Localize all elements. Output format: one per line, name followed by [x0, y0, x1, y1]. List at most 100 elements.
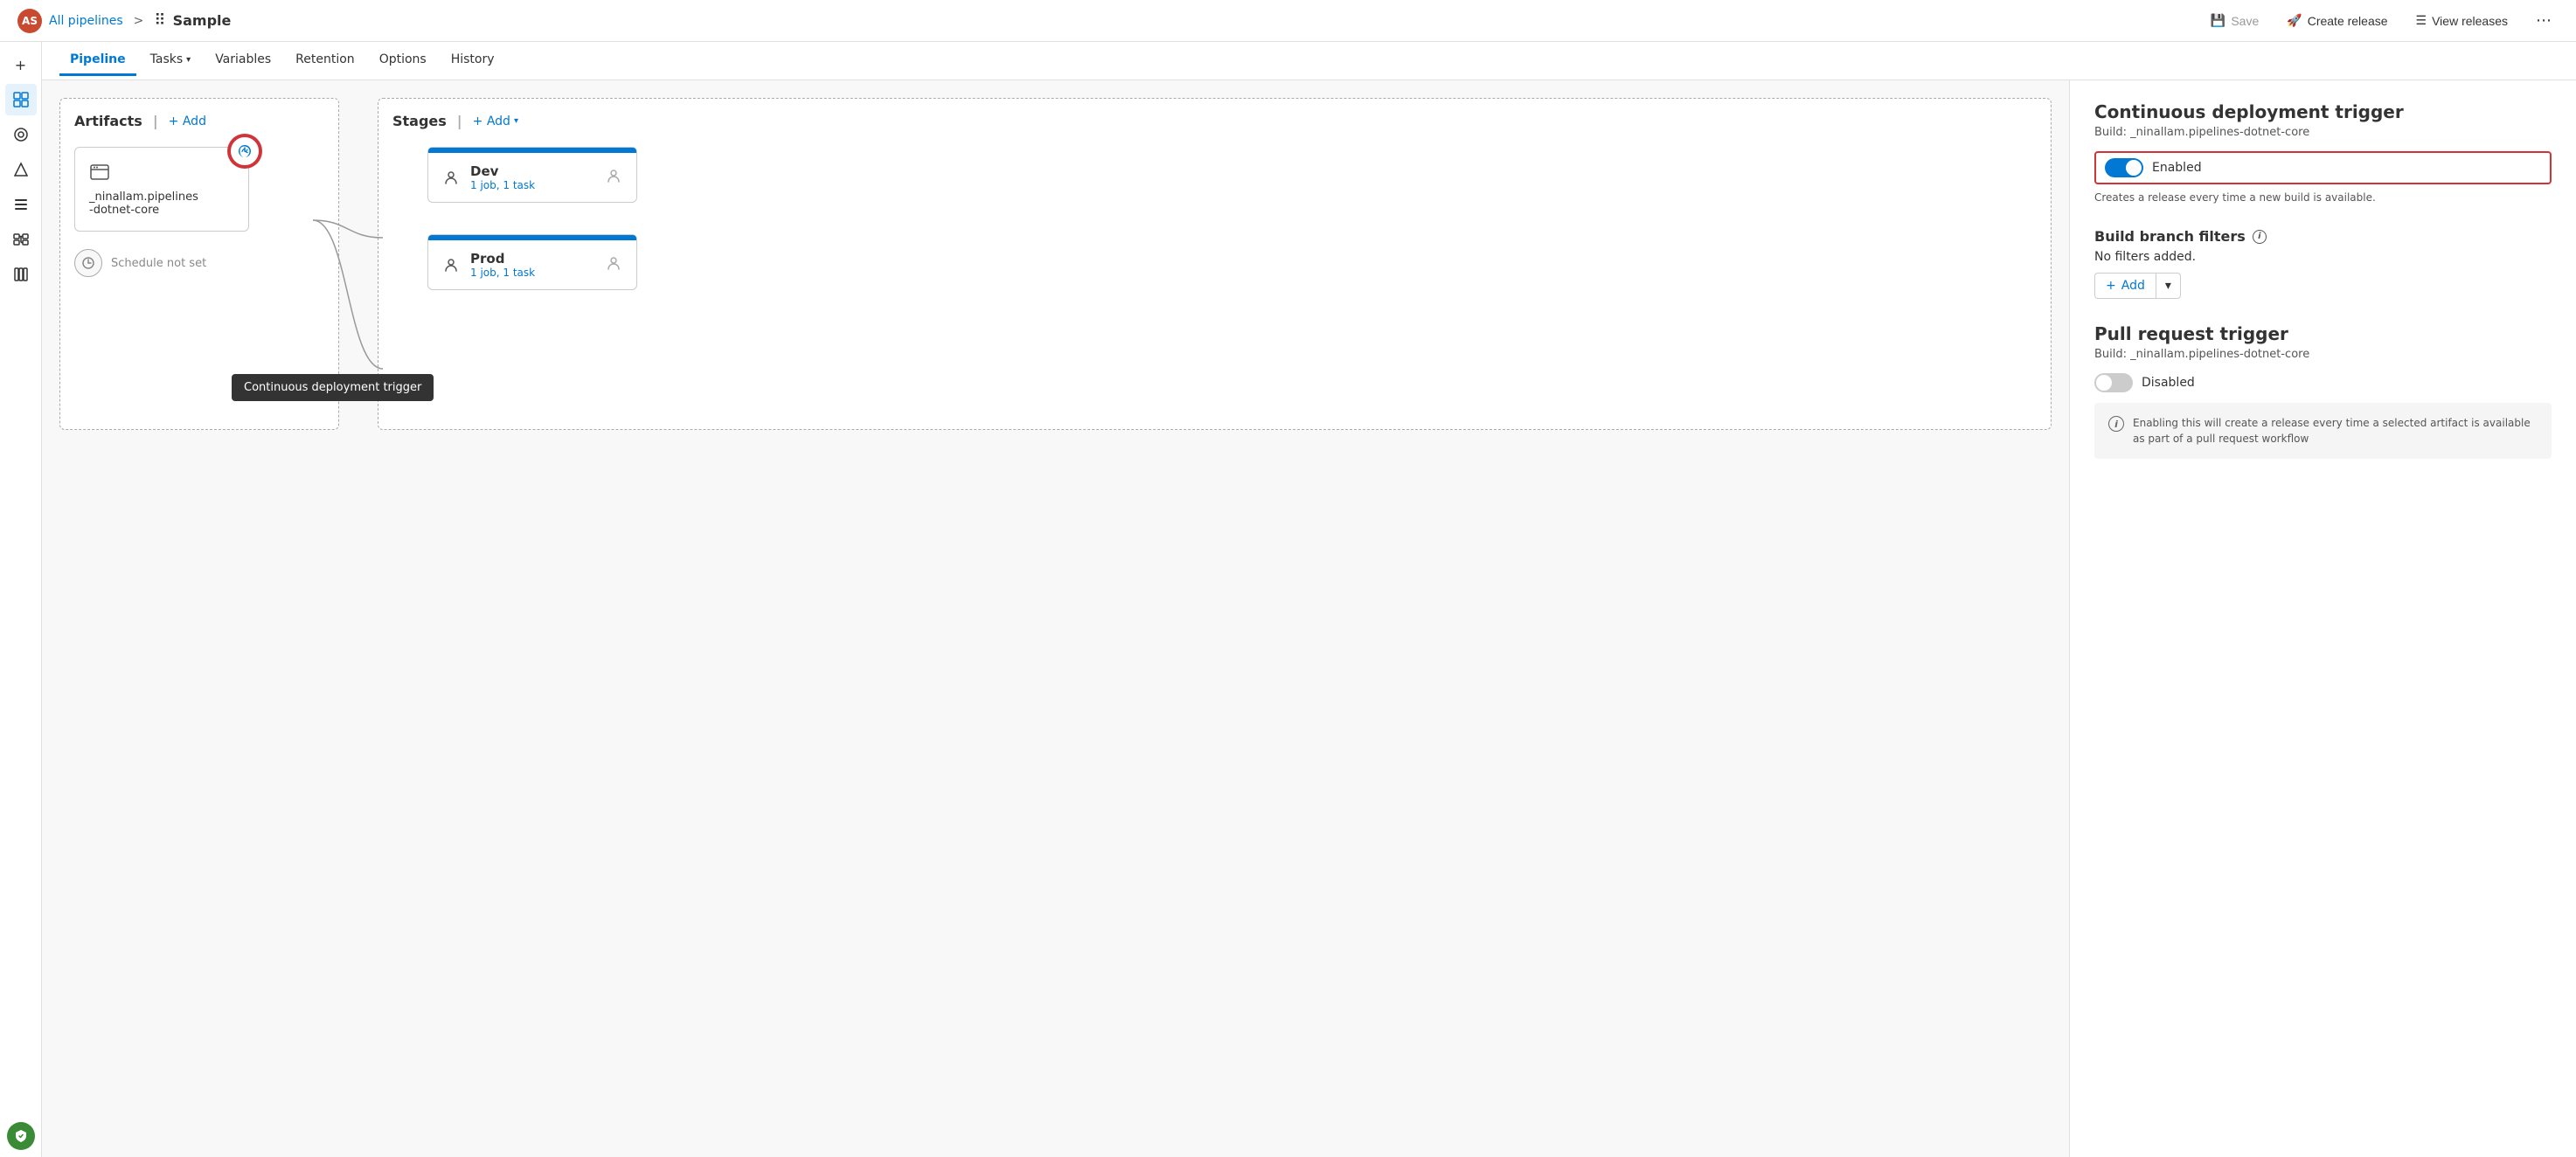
- add-icon: +: [2106, 279, 2116, 293]
- cd-trigger-toggle-container: Enabled: [2094, 151, 2552, 184]
- canvas-wrapper: Artifacts | + Add Continuous deployment …: [59, 98, 2052, 1140]
- stage-detail-dev: 1 job, 1 task: [470, 179, 594, 191]
- stage-info-dev: Dev 1 job, 1 task: [470, 163, 594, 191]
- tab-retention[interactable]: Retention: [285, 45, 365, 76]
- breadcrumb-link[interactable]: All pipelines: [49, 14, 123, 28]
- artifacts-section: Artifacts | + Add Continuous deployment …: [59, 98, 339, 430]
- pr-info-icon: i: [2108, 416, 2124, 432]
- add-filter-dropdown-button[interactable]: ▾: [2156, 273, 2181, 299]
- sidebar-item-devops[interactable]: [5, 119, 37, 150]
- stage-card-body-prod: Prod 1 job, 1 task: [428, 240, 636, 289]
- stage-person-icon-prod[interactable]: [605, 254, 622, 276]
- artifacts-add-button[interactable]: + Add: [169, 114, 206, 128]
- sidebar-item-plus[interactable]: +: [5, 49, 37, 80]
- stage-detail-prod: 1 job, 1 task: [470, 267, 594, 279]
- stage-card-dev[interactable]: Dev 1 job, 1 task: [427, 147, 637, 203]
- stage-info-prod: Prod 1 job, 1 task: [470, 251, 594, 279]
- pr-trigger-title: Pull request trigger: [2094, 323, 2552, 344]
- pr-trigger-toggle-container: Disabled: [2094, 373, 2552, 392]
- save-icon: 💾: [2211, 13, 2225, 28]
- stages-add-dropdown-icon: ▾: [514, 116, 518, 126]
- schedule-card[interactable]: Schedule not set: [74, 249, 324, 277]
- artifact-card-wrapper: Continuous deployment trigger: [74, 147, 249, 232]
- sidebar-item-pipelines[interactable]: [5, 224, 37, 255]
- sidebar-item-library[interactable]: [5, 259, 37, 290]
- layout: + Pipeline Tasks: [0, 42, 2576, 1157]
- pipeline-icon: ⠿: [154, 11, 165, 30]
- add-filter-button-group: + Add ▾: [2094, 273, 2552, 299]
- breadcrumb-sep: >: [134, 14, 144, 28]
- cd-trigger-toggle[interactable]: [2105, 158, 2143, 177]
- add-filter-label: Add: [2121, 279, 2145, 293]
- cd-trigger-title: Continuous deployment trigger: [2094, 101, 2552, 122]
- pipeline-canvas: Artifacts | + Add Continuous deployment …: [42, 80, 2069, 1157]
- sidebar-item-boards[interactable]: [5, 84, 37, 115]
- topbar: AS All pipelines > ⠿ Sample 💾 Save 🚀 Cre…: [0, 0, 2576, 42]
- nav-tabs: Pipeline Tasks ▾ Variables Retention Opt…: [42, 42, 2576, 80]
- add-filter-chevron-icon: ▾: [2165, 279, 2171, 293]
- pr-trigger-subtitle: Build: _ninallam.pipelines-dotnet-core: [2094, 348, 2552, 361]
- rocket-icon: 🚀: [2287, 13, 2302, 28]
- save-label: Save: [2231, 14, 2259, 28]
- main-content: Pipeline Tasks ▾ Variables Retention Opt…: [42, 42, 2576, 1157]
- list-icon: ☰: [2416, 13, 2427, 28]
- pull-request-trigger-section: Pull request trigger Build: _ninallam.pi…: [2094, 323, 2552, 459]
- create-release-button[interactable]: 🚀 Create release: [2280, 10, 2394, 31]
- create-release-label: Create release: [2308, 14, 2388, 28]
- stage-name-dev: Dev: [470, 163, 594, 179]
- sidebar-item-deploy[interactable]: [5, 154, 37, 185]
- stage-card-prod[interactable]: Prod 1 job, 1 task: [427, 234, 637, 290]
- pipeline-name: Sample: [173, 12, 232, 29]
- stage-icon-dev: [442, 169, 460, 186]
- save-button[interactable]: 💾 Save: [2204, 10, 2266, 31]
- build-branch-filters-section: Build branch filters i No filters added.…: [2094, 228, 2552, 299]
- cd-trigger-tooltip: Continuous deployment trigger: [232, 374, 434, 401]
- build-branch-info-icon[interactable]: i: [2253, 230, 2267, 244]
- view-releases-button[interactable]: ☰ View releases: [2409, 10, 2515, 31]
- right-panel: Continuous deployment trigger Build: _ni…: [2069, 80, 2576, 1157]
- pr-trigger-toggle[interactable]: [2094, 373, 2133, 392]
- view-releases-label: View releases: [2432, 14, 2508, 28]
- stage-icon-prod: [442, 256, 460, 274]
- stages-label: Stages: [392, 113, 447, 129]
- tab-history[interactable]: History: [441, 45, 505, 76]
- artifacts-label: Artifacts: [74, 113, 142, 129]
- build-branch-filters-title: Build branch filters i: [2094, 228, 2552, 245]
- artifacts-header: Artifacts | + Add: [74, 113, 324, 129]
- add-filter-main-button[interactable]: + Add: [2094, 273, 2156, 299]
- content-area: Artifacts | + Add Continuous deployment …: [42, 80, 2576, 1157]
- cd-trigger-subtitle: Build: _ninallam.pipelines-dotnet-core: [2094, 126, 2552, 139]
- stage-person-icon-dev[interactable]: [605, 167, 622, 189]
- tab-tasks[interactable]: Tasks ▾: [140, 45, 202, 76]
- toggle-knob: [2126, 160, 2142, 176]
- cd-toggle-description: Creates a release every time a new build…: [2094, 191, 2552, 204]
- sidebar: +: [0, 42, 42, 1157]
- stages-add-button[interactable]: + Add ▾: [473, 114, 518, 128]
- no-filters-text: No filters added.: [2094, 250, 2552, 264]
- schedule-icon: [74, 249, 102, 277]
- sidebar-item-security[interactable]: [7, 1122, 35, 1150]
- tasks-dropdown-icon: ▾: [186, 55, 191, 65]
- topbar-left: AS All pipelines > ⠿ Sample: [17, 9, 2204, 33]
- cd-trigger-button[interactable]: [229, 135, 260, 167]
- cd-trigger-section: Continuous deployment trigger Build: _ni…: [2094, 101, 2552, 204]
- tab-options[interactable]: Options: [369, 45, 437, 76]
- user-avatar[interactable]: AS: [17, 9, 42, 33]
- artifact-card[interactable]: _ninallam.pipelines -dotnet-core: [74, 147, 249, 232]
- stage-card-body: Dev 1 job, 1 task: [428, 153, 636, 202]
- tab-variables[interactable]: Variables: [205, 45, 281, 76]
- pr-toggle-knob: [2096, 375, 2112, 391]
- pr-toggle-label: Disabled: [2142, 376, 2195, 390]
- stages-section: Stages | + Add ▾: [378, 98, 2052, 430]
- cd-toggle-label: Enabled: [2152, 161, 2202, 175]
- more-options-button[interactable]: ⋯: [2529, 8, 2559, 33]
- stages-header: Stages | + Add ▾: [392, 113, 2037, 129]
- tab-pipeline[interactable]: Pipeline: [59, 45, 136, 76]
- pr-disabled-info-box: i Enabling this will create a release ev…: [2094, 403, 2552, 459]
- stage-name-prod: Prod: [470, 251, 594, 267]
- artifact-name: _ninallam.pipelines -dotnet-core: [89, 191, 234, 217]
- stages-list: Dev 1 job, 1 task: [392, 147, 2037, 290]
- topbar-right: 💾 Save 🚀 Create release ☰ View releases …: [2204, 8, 2559, 33]
- schedule-label: Schedule not set: [111, 257, 206, 270]
- sidebar-item-repo[interactable]: [5, 189, 37, 220]
